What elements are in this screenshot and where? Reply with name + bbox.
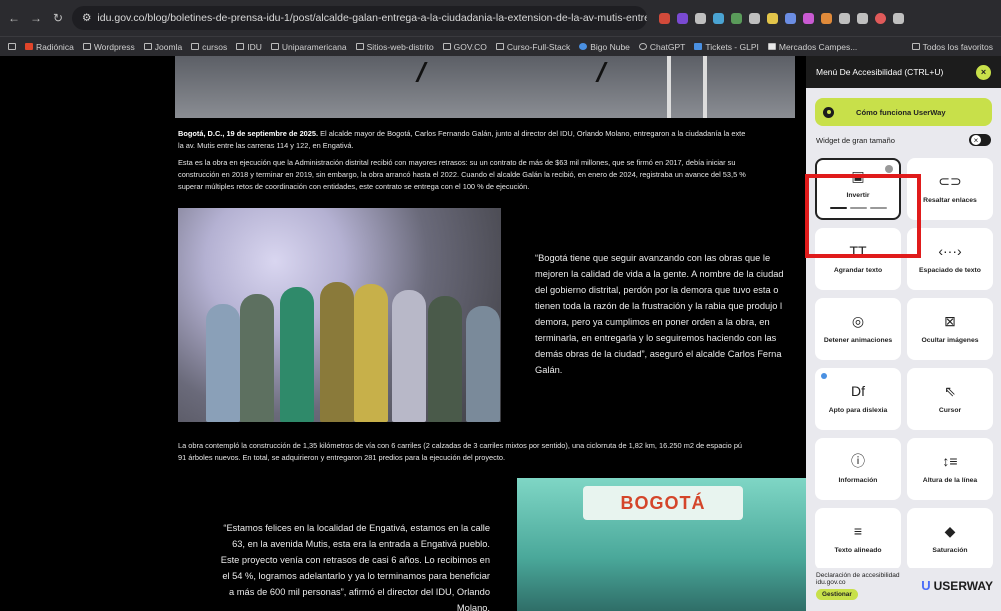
bookmark-item[interactable]: Bigo Nube: [579, 42, 630, 52]
extension-icon[interactable]: [785, 12, 796, 24]
text-spacing-card[interactable]: ‹···› Espaciado de texto: [907, 228, 993, 290]
tooltips-card[interactable]: ⓘ Información: [815, 438, 901, 500]
back-icon[interactable]: ←: [6, 11, 22, 25]
bogota-banner: BOGOTÁ: [583, 486, 743, 520]
apps-icon[interactable]: [8, 43, 16, 50]
site-info-icon[interactable]: ⚙: [82, 12, 91, 24]
bookmark-item[interactable]: Radiónica: [25, 42, 74, 52]
accessibility-options-grid: ▣ Invertir ⊂⊃ Resaltar enlaces TT Agrand…: [815, 158, 997, 570]
check-icon: [885, 165, 893, 173]
extension-icon[interactable]: [767, 12, 778, 24]
panel-title: Menú De Accesibilidad (CTRL+U): [816, 67, 944, 77]
level-bars: [829, 207, 887, 209]
link-icon: ⊂⊃: [938, 172, 962, 189]
dyslexia-friendly-card[interactable]: Df Apto para dislexia: [815, 368, 901, 430]
bookmarks-bar: Radiónica Wordpress Joomla cursos IDU Un…: [0, 36, 1001, 56]
line-height-icon: ↕≡: [942, 452, 958, 469]
article-page: Bogotá, D.C., 19 de septiembre de 2025. …: [0, 56, 806, 611]
extension-icon[interactable]: [695, 12, 706, 24]
text-size-icon: TT: [849, 242, 867, 259]
paragraph-2: Esta es la obra en ejecución que la Admi…: [178, 158, 746, 191]
dyslexia-icon: Df: [851, 382, 865, 399]
info-dot-icon: [821, 373, 827, 379]
manage-button[interactable]: Gestionar: [816, 589, 858, 600]
how-it-works-button[interactable]: Cómo funciona UserWay: [815, 98, 992, 126]
bookmark-folder[interactable]: GOV.CO: [442, 42, 487, 52]
bookmark-item[interactable]: Tickets - GLPI: [694, 42, 759, 52]
bookmark-folder[interactable]: cursos: [191, 42, 227, 52]
hero-road-image: [175, 56, 795, 118]
browser-toolbar: ← → ↻ ⚙ idu.gov.co/blog/boletines-de-pre…: [0, 0, 1001, 36]
dateline: Bogotá, D.C., 19 de septiembre de 2025.: [178, 129, 319, 138]
accessibility-panel: Menú De Accesibilidad (CTRL+U) × Cómo fu…: [806, 56, 1001, 611]
forward-icon[interactable]: →: [28, 11, 44, 25]
bookmark-item[interactable]: ChatGPT: [638, 42, 685, 52]
pause-animations-card[interactable]: ◎ Detener animaciones: [815, 298, 901, 360]
userway-logo: U USERWAY: [921, 578, 993, 593]
reload-icon[interactable]: ↻: [50, 11, 66, 25]
big-widget-toggle[interactable]: [969, 134, 991, 146]
spacing-icon: ‹···›: [938, 242, 962, 259]
cursor-card[interactable]: ⇖ Cursor: [907, 368, 993, 430]
text-align-card[interactable]: ≡ Texto alineado: [815, 508, 901, 570]
extension-icon[interactable]: [749, 12, 760, 24]
bookmark-folder[interactable]: Joomla: [143, 42, 182, 52]
bookmark-folder-all[interactable]: Todos los favoritos: [911, 42, 993, 52]
extension-icon[interactable]: [803, 12, 814, 24]
mayor-quote: “Bogotá tiene que seguir avanzando con l…: [535, 253, 784, 375]
paragraph-3: La obra contempló la construcción de 1,3…: [178, 441, 743, 462]
lead-paragraph: Bogotá, D.C., 19 de septiembre de 2025. …: [178, 129, 746, 150]
highlight-links-card[interactable]: ⊂⊃ Resaltar enlaces: [907, 158, 993, 220]
ceremony-photo: BOGOTÁ: [517, 478, 806, 611]
url-text: idu.gov.co/blog/boletines-de-prensa-idu-…: [97, 12, 647, 24]
close-icon[interactable]: ×: [976, 64, 991, 80]
panel-header: Menú De Accesibilidad (CTRL+U) ×: [806, 56, 1001, 88]
hide-image-icon: ⊠: [944, 312, 956, 329]
bookmark-folder[interactable]: Curso-Full-Stack: [495, 42, 570, 52]
saturation-card[interactable]: ◆ Saturación: [907, 508, 993, 570]
extension-icon[interactable]: [659, 12, 670, 24]
panel-footer: Declaración de accesibilidad idu.gov.co …: [806, 568, 1001, 611]
align-icon: ≡: [853, 522, 863, 539]
address-bar[interactable]: ⚙ idu.gov.co/blog/boletines-de-prensa-id…: [72, 6, 647, 30]
extension-icon[interactable]: [677, 12, 688, 24]
bookmark-folder[interactable]: Wordpress: [82, 42, 135, 52]
invert-icon: ▣: [851, 168, 865, 184]
profile-avatar[interactable]: [875, 12, 886, 24]
big-widget-row: Widget de gran tamaño: [806, 134, 1001, 146]
extension-icon[interactable]: [713, 12, 724, 24]
bookmark-item[interactable]: Mercados Campes...: [767, 42, 857, 52]
extension-icon[interactable]: [731, 12, 742, 24]
puzzle-icon[interactable]: [839, 12, 850, 24]
extensions-area: [659, 12, 904, 24]
play-icon: [823, 106, 834, 118]
extension-icon[interactable]: [821, 12, 832, 24]
hide-images-card[interactable]: ⊠ Ocultar imágenes: [907, 298, 993, 360]
cursor-icon: ⇖: [944, 382, 956, 399]
big-widget-label: Widget de gran tamaño: [816, 135, 895, 145]
info-icon: ⓘ: [851, 452, 865, 469]
menu-icon[interactable]: [893, 12, 904, 24]
officials-walking-photo: [178, 208, 501, 422]
pause-icon: ◎: [851, 312, 865, 329]
director-quote: “Estamos felices en la localidad de Enga…: [220, 523, 490, 611]
bookmark-folder[interactable]: Uniparamericana: [270, 42, 347, 52]
bigger-text-card[interactable]: TT Agrandar texto: [815, 228, 901, 290]
download-icon[interactable]: [857, 12, 868, 24]
saturation-icon: ◆: [944, 522, 956, 539]
invert-colors-card[interactable]: ▣ Invertir: [815, 158, 901, 220]
userway-logo-icon: U: [921, 578, 931, 593]
bookmark-item[interactable]: Sitios-web-distrito: [355, 42, 434, 52]
line-height-card[interactable]: ↕≡ Altura de la línea: [907, 438, 993, 500]
bookmark-folder[interactable]: IDU: [236, 42, 262, 52]
